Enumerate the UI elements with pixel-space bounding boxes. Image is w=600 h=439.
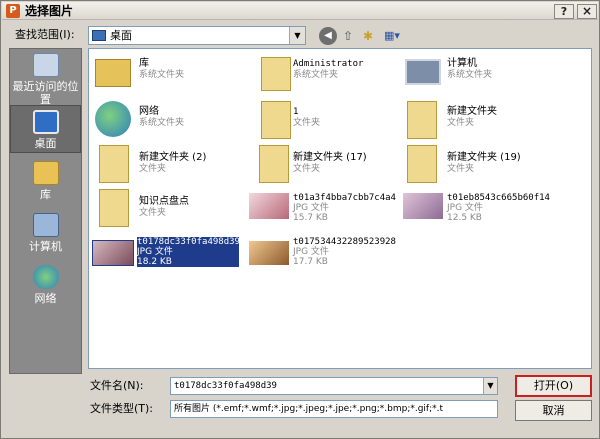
file-type-select[interactable]: 所有图片 (*.emf;*.wmf;*.jpg;*.jpeg;*.jpe;*.p… bbox=[170, 400, 498, 418]
file-type: JPG 文件 bbox=[293, 203, 329, 213]
place-network[interactable]: 网络 bbox=[10, 265, 81, 309]
folder-icon bbox=[407, 145, 437, 183]
place-recent[interactable]: 最近访问的位置 bbox=[10, 53, 81, 106]
file-type: 系统文件夹 bbox=[447, 70, 493, 80]
views-menu-button[interactable]: ▦▾ bbox=[381, 27, 403, 45]
image-thumbnail bbox=[249, 241, 289, 265]
file-name: 1 bbox=[293, 107, 299, 117]
file-type: 文件夹 bbox=[447, 164, 475, 174]
cancel-button[interactable]: 取消 bbox=[515, 400, 592, 421]
network-icon bbox=[32, 265, 59, 289]
library-icon bbox=[32, 161, 59, 185]
file-type: 系统文件夹 bbox=[139, 118, 185, 128]
file-size: 12.5 KB bbox=[447, 213, 482, 223]
file-type: JPG 文件 bbox=[293, 247, 329, 257]
file-type: JPG 文件 bbox=[447, 203, 483, 213]
look-in-dropdown[interactable]: 桌面 ▼ bbox=[88, 26, 306, 45]
place-computer[interactable]: 计算机 bbox=[10, 213, 81, 257]
place-desktop[interactable]: 桌面 bbox=[10, 105, 81, 153]
file-type: 文件夹 bbox=[293, 164, 321, 174]
window-title: 选择图片 bbox=[25, 4, 74, 18]
image-thumbnail bbox=[403, 193, 443, 219]
folder-icon bbox=[407, 101, 437, 139]
file-name-label: 文件名(N): bbox=[90, 379, 144, 392]
file-type: 文件夹 bbox=[139, 164, 167, 174]
file-name: t01eb8543c665b60f14 bbox=[447, 193, 550, 203]
image-thumbnail bbox=[249, 193, 289, 219]
place-computer-label: 计算机 bbox=[29, 240, 62, 253]
file-name: t0178dc33f0fa498d39 bbox=[137, 237, 240, 247]
image-thumbnail bbox=[92, 240, 134, 266]
title-bar: P 选择图片 ? × bbox=[2, 2, 598, 20]
new-folder-button[interactable]: ✱ bbox=[359, 27, 377, 45]
select-picture-dialog: P 选择图片 ? × 查找范围(I): 桌面 ▼ ◀ ⇧ ✱ ▦▾ 最近访问的位… bbox=[0, 0, 600, 439]
places-bar: 最近访问的位置 桌面 库 计算机 网络 bbox=[9, 48, 82, 374]
place-library-label: 库 bbox=[40, 188, 51, 201]
file-type-label: 文件类型(T): bbox=[90, 402, 154, 415]
file-type: JPG 文件 bbox=[137, 247, 239, 257]
place-library[interactable]: 库 bbox=[10, 161, 81, 205]
folder-icon bbox=[99, 145, 129, 183]
place-recent-label: 最近访问的位置 bbox=[12, 80, 79, 106]
powerpoint-app-icon: P bbox=[6, 4, 20, 18]
chevron-down-icon[interactable]: ▼ bbox=[289, 27, 305, 44]
computer-icon bbox=[405, 59, 441, 85]
file-name: t01a3f4bba7cbb7c4a4 bbox=[293, 193, 396, 203]
file-type: 文件夹 bbox=[293, 118, 321, 128]
file-list[interactable]: 库 系统文件夹 Administrator 系统文件夹 计算机 系统文件夹 网络… bbox=[88, 48, 592, 369]
look-in-label: 查找范围(I): bbox=[15, 28, 75, 41]
help-button[interactable]: ? bbox=[554, 4, 574, 19]
file-type: 文件夹 bbox=[447, 118, 475, 128]
file-name: t017534432289523928 bbox=[293, 237, 396, 247]
recent-icon bbox=[32, 53, 59, 77]
network-globe-icon bbox=[95, 101, 131, 137]
place-desktop-label: 桌面 bbox=[34, 137, 57, 150]
desktop-icon bbox=[32, 110, 59, 134]
file-name: 网络 bbox=[139, 106, 159, 117]
file-name: 知识点盘点 bbox=[139, 196, 189, 207]
file-name-value: t0178dc33f0fa498d39 bbox=[174, 381, 277, 391]
file-size: 18.2 KB bbox=[137, 257, 239, 267]
file-name: 计算机 bbox=[447, 58, 477, 69]
back-button[interactable]: ◀ bbox=[319, 27, 337, 45]
up-folder-button[interactable]: ⇧ bbox=[341, 27, 355, 45]
file-size: 17.7 KB bbox=[293, 257, 328, 267]
file-type: 系统文件夹 bbox=[293, 70, 339, 80]
folder-icon bbox=[261, 101, 291, 139]
look-in-value: 桌面 bbox=[110, 29, 132, 42]
library-folder-icon bbox=[95, 59, 131, 87]
file-name: 新建文件夹 (19) bbox=[447, 152, 521, 163]
file-type: 系统文件夹 bbox=[139, 70, 185, 80]
user-folder-icon bbox=[261, 57, 291, 91]
file-name: Administrator bbox=[293, 59, 364, 69]
desktop-icon bbox=[92, 30, 106, 41]
folder-icon bbox=[99, 189, 129, 227]
computer-icon bbox=[32, 213, 59, 237]
folder-icon bbox=[259, 145, 289, 183]
file-type-value: 所有图片 (*.emf;*.wmf;*.jpg;*.jpeg;*.jpe;*.p… bbox=[174, 404, 444, 414]
open-button[interactable]: 打开(O) bbox=[515, 375, 592, 397]
file-name: 新建文件夹 (17) bbox=[293, 152, 367, 163]
file-name: 新建文件夹 bbox=[447, 106, 497, 117]
place-network-label: 网络 bbox=[34, 292, 57, 305]
file-type: 文件夹 bbox=[139, 208, 167, 218]
chevron-down-icon[interactable]: ▼ bbox=[483, 378, 497, 394]
close-button[interactable]: × bbox=[577, 4, 597, 19]
file-size: 15.7 KB bbox=[293, 213, 328, 223]
file-name: 新建文件夹 (2) bbox=[139, 152, 207, 163]
file-name: 库 bbox=[139, 58, 149, 69]
file-name-input[interactable]: t0178dc33f0fa498d39 ▼ bbox=[170, 377, 498, 395]
